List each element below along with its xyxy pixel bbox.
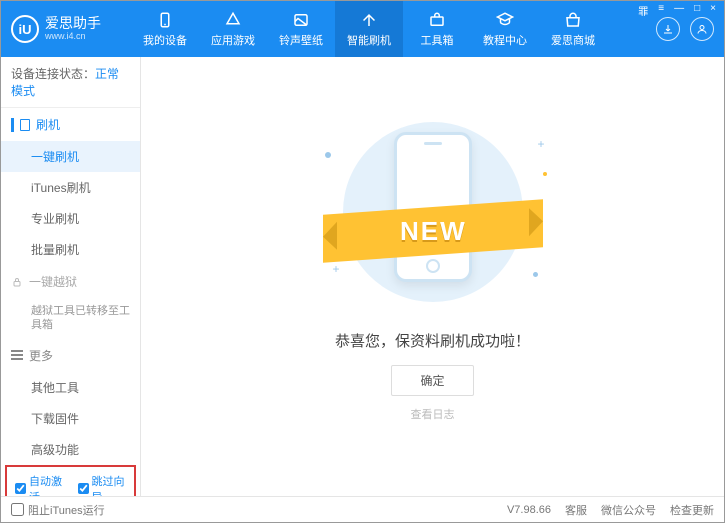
sidebar-item-other-tools[interactable]: 其他工具 — [1, 372, 140, 403]
footer-link-update[interactable]: 检查更新 — [670, 502, 714, 518]
lock-icon — [11, 276, 23, 288]
close-icon[interactable]: × — [708, 3, 718, 18]
user-icon[interactable] — [690, 17, 714, 41]
maximize-icon[interactable]: □ — [692, 3, 702, 18]
flash-icon — [360, 11, 378, 29]
checkbox-block-itunes[interactable]: 阻止iTunes运行 — [11, 502, 105, 518]
flash-doc-icon — [20, 119, 30, 131]
header: 罪 ≡ — □ × iU 爱思助手 www.i4.cn 我的设备 应用游戏 — [1, 1, 724, 57]
sidebar-item-oneclick-flash[interactable]: 一键刷机 — [1, 141, 140, 172]
jailbreak-note: 越狱工具已转移至工具箱 — [1, 298, 140, 339]
success-illustration: NEW ++ — [303, 112, 563, 312]
app-name: 爱思助手 — [45, 16, 101, 31]
hamburger-icon — [11, 350, 23, 360]
header-right — [656, 17, 714, 41]
footer-link-wechat[interactable]: 微信公众号 — [601, 502, 656, 518]
success-message: 恭喜您，保资料刷机成功啦！ — [335, 330, 530, 351]
checkbox-skip-guide[interactable]: 跳过向导 — [78, 473, 127, 496]
nav-store[interactable]: 爱思商城 — [539, 1, 607, 57]
sidebar-item-download-firmware[interactable]: 下载固件 — [1, 403, 140, 434]
version-label: V7.98.66 — [507, 504, 551, 516]
nav-flash[interactable]: 智能刷机 — [335, 1, 403, 57]
logo-icon: iU — [11, 15, 39, 43]
nav-my-device[interactable]: 我的设备 — [131, 1, 199, 57]
window-controls: 罪 ≡ — □ × — [636, 3, 718, 18]
sidebar-head-flash[interactable]: 刷机 — [1, 108, 140, 141]
nav-wallpaper[interactable]: 铃声壁纸 — [267, 1, 335, 57]
menu-icon[interactable]: ≡ — [656, 3, 666, 18]
sidebar: 设备连接状态：正常模式 刷机 一键刷机 iTunes刷机 专业刷机 批量刷机 一… — [1, 57, 141, 496]
footer-link-support[interactable]: 客服 — [565, 502, 587, 518]
sidebar-item-batch-flash[interactable]: 批量刷机 — [1, 234, 140, 265]
wallpaper-icon — [292, 11, 310, 29]
confirm-button[interactable]: 确定 — [391, 365, 473, 396]
phone-icon — [156, 11, 174, 29]
nav-tutorial[interactable]: 教程中心 — [471, 1, 539, 57]
pin-icon[interactable]: 罪 — [636, 3, 650, 18]
sidebar-head-jailbreak: 一键越狱 — [1, 265, 140, 298]
store-icon — [564, 11, 582, 29]
body: 设备连接状态：正常模式 刷机 一键刷机 iTunes刷机 专业刷机 批量刷机 一… — [1, 57, 724, 496]
nav-apps[interactable]: 应用游戏 — [199, 1, 267, 57]
view-log-link[interactable]: 查看日志 — [411, 406, 455, 422]
sidebar-item-advanced[interactable]: 高级功能 — [1, 434, 140, 465]
app-window: 罪 ≡ — □ × iU 爱思助手 www.i4.cn 我的设备 应用游戏 — [0, 0, 725, 523]
connection-status: 设备连接状态：正常模式 — [1, 57, 140, 108]
tutorial-icon — [496, 11, 514, 29]
flash-options-highlight: 自动激活 跳过向导 — [5, 465, 136, 496]
sidebar-item-pro-flash[interactable]: 专业刷机 — [1, 203, 140, 234]
sidebar-item-itunes-flash[interactable]: iTunes刷机 — [1, 172, 140, 203]
checkbox-auto-activate[interactable]: 自动激活 — [15, 473, 64, 496]
main-nav: 我的设备 应用游戏 铃声壁纸 智能刷机 工具箱 教程中心 — [131, 1, 656, 57]
minimize-icon[interactable]: — — [672, 3, 686, 18]
nav-toolbox[interactable]: 工具箱 — [403, 1, 471, 57]
logo: iU 爱思助手 www.i4.cn — [11, 15, 131, 43]
download-icon[interactable] — [656, 17, 680, 41]
sidebar-head-more[interactable]: 更多 — [1, 339, 140, 372]
footer: 阻止iTunes运行 V7.98.66 客服 微信公众号 检查更新 — [1, 496, 724, 522]
app-url: www.i4.cn — [45, 32, 101, 42]
main-content: NEW ++ 恭喜您，保资料刷机成功啦！ 确定 查看日志 — [141, 57, 724, 496]
apps-icon — [224, 11, 242, 29]
toolbox-icon — [428, 11, 446, 29]
